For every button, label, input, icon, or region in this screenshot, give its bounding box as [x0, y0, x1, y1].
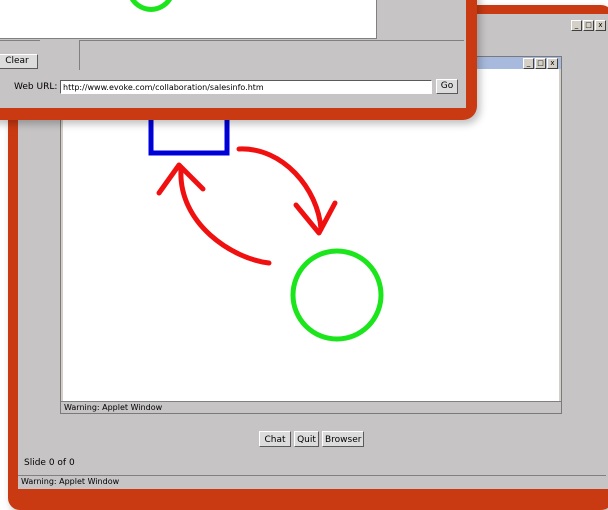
- front-tab-divider: [79, 40, 80, 70]
- close-button[interactable]: x: [547, 58, 558, 69]
- back-window-title-buttons: _ □ x: [571, 20, 606, 31]
- web-url-input[interactable]: http://www.evoke.com/collaboration/sales…: [60, 80, 432, 94]
- clear-button[interactable]: Clear: [0, 54, 38, 69]
- go-button[interactable]: Go: [436, 79, 458, 94]
- green-circle-partial: [130, 0, 172, 12]
- green-circle-shape: [290, 248, 384, 342]
- slide-counter: Slide 0 of 0: [24, 458, 75, 468]
- minimize-button[interactable]: _: [523, 58, 534, 69]
- whiteboard-title-buttons: _ □ x: [523, 58, 558, 69]
- maximize-button[interactable]: □: [535, 58, 546, 69]
- browser-button[interactable]: Browser: [322, 431, 364, 447]
- whiteboard-status: Warning: Applet Window: [61, 401, 561, 413]
- close-button[interactable]: x: [595, 20, 606, 31]
- back-window-status: Warning: Applet Window: [18, 475, 606, 487]
- front-tab-line: [0, 40, 40, 41]
- quit-button[interactable]: Quit: [294, 431, 319, 447]
- maximize-button[interactable]: □: [583, 20, 594, 31]
- minimize-button[interactable]: _: [571, 20, 582, 31]
- front-canvas[interactable]: [0, 0, 377, 39]
- front-tab-line-2: [80, 40, 464, 41]
- chat-button[interactable]: Chat: [259, 431, 291, 447]
- web-url-label: Web URL:: [14, 82, 58, 92]
- front-drawing: [130, 0, 172, 12]
